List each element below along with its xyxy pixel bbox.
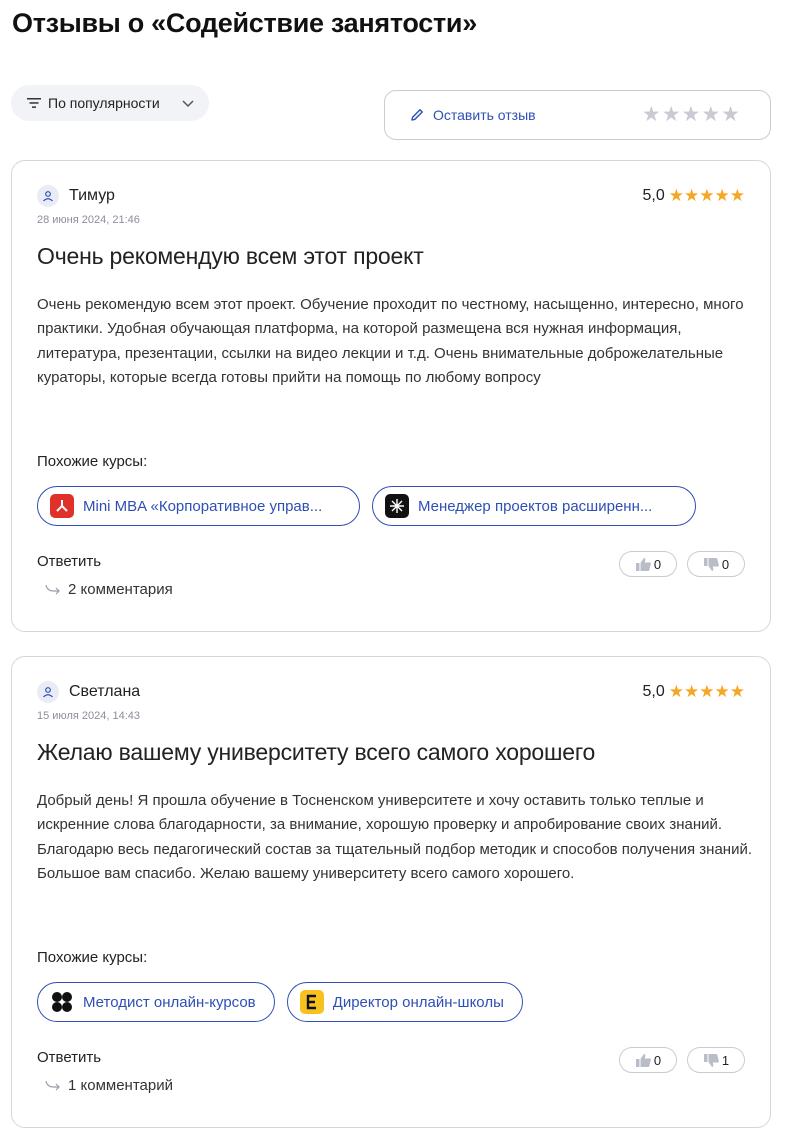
course-label: Менеджер проектов расширенн... bbox=[418, 497, 653, 515]
review-date: 15 июля 2024, 14:43 bbox=[37, 710, 140, 722]
review-author: Светлана bbox=[37, 681, 140, 703]
course-label: Методист онлайн-курсов bbox=[83, 993, 256, 1011]
reply-button[interactable]: Ответить bbox=[37, 1049, 101, 1066]
comments-toggle[interactable]: 1 комментарий bbox=[44, 1077, 173, 1094]
thumb-down-icon bbox=[703, 557, 719, 571]
star-icon: ★ bbox=[668, 682, 684, 701]
like-button[interactable]: 0 bbox=[619, 551, 677, 577]
red-logo-icon bbox=[50, 494, 74, 518]
star-icon: ★ bbox=[684, 682, 700, 701]
star-icon: ★ bbox=[668, 186, 684, 205]
reply-arrow-icon bbox=[45, 584, 60, 594]
review-card: Тимур 28 июня 2024, 21:46 5,0 ★ ★ ★ ★ ★ … bbox=[11, 160, 771, 632]
review-title: Желаю вашему университету всего самого х… bbox=[37, 739, 596, 765]
user-icon bbox=[43, 191, 53, 202]
yellow-e-icon bbox=[299, 990, 324, 1014]
author-name: Тимур bbox=[69, 187, 115, 204]
dislike-count: 1 bbox=[721, 1052, 730, 1068]
author-name: Светлана bbox=[69, 683, 141, 700]
star-icon: ★ bbox=[699, 682, 715, 701]
course-label: Mini MBA «Корпоративное управ... bbox=[83, 497, 323, 515]
course-chip[interactable]: Методист онлайн-курсов bbox=[37, 982, 275, 1022]
review-author: Тимур bbox=[37, 185, 115, 207]
course-chip[interactable]: Mini MBA «Корпоративное управ... bbox=[37, 486, 360, 526]
review-text: Добрый день! Я прошла обучение в Тосненс… bbox=[37, 792, 753, 882]
chevron-down-icon bbox=[182, 100, 194, 108]
pencil-icon bbox=[411, 109, 423, 121]
star-empty-icon[interactable]: ★ bbox=[682, 104, 701, 126]
rating-value: 5,0 bbox=[642, 187, 665, 204]
reply-arrow-icon bbox=[45, 1080, 60, 1090]
similar-courses-label: Похожие курсы: bbox=[37, 453, 148, 470]
similar-courses: Методист онлайн-курсов Директор онлайн-ш… bbox=[37, 982, 523, 1022]
similar-courses-label: Похожие курсы: bbox=[37, 949, 148, 966]
dislike-count: 0 bbox=[721, 556, 730, 572]
dislike-button[interactable]: 1 bbox=[687, 1047, 745, 1073]
sort-label: По популярности bbox=[48, 95, 160, 111]
star-icon: ★ bbox=[684, 186, 700, 205]
star-empty-icon[interactable]: ★ bbox=[662, 104, 681, 126]
review-rating: 5,0 ★ ★ ★ ★ ★ bbox=[643, 187, 746, 205]
star-icon: ★ bbox=[699, 186, 715, 205]
star-icon: ★ bbox=[729, 682, 745, 701]
like-count: 0 bbox=[653, 1052, 662, 1068]
review-rating: 5,0 ★ ★ ★ ★ ★ bbox=[643, 683, 746, 701]
leave-review-label: Оставить отзыв bbox=[433, 107, 536, 123]
sort-lines-icon bbox=[27, 98, 41, 108]
course-label: Директор онлайн-школы bbox=[332, 993, 504, 1011]
page-title: Отзывы о «Содействие занятости» bbox=[12, 8, 477, 38]
dislike-button[interactable]: 0 bbox=[687, 551, 745, 577]
votes: 0 0 bbox=[619, 551, 745, 577]
rating-input[interactable]: ★ ★ ★ ★ ★ bbox=[642, 104, 740, 126]
black-spark-icon bbox=[385, 494, 409, 518]
star-icon: ★ bbox=[729, 186, 745, 205]
course-chip[interactable]: Директор онлайн-школы bbox=[286, 982, 523, 1022]
leave-review-button[interactable]: Оставить отзыв bbox=[409, 107, 536, 123]
star-icon: ★ bbox=[714, 682, 730, 701]
course-chip[interactable]: Менеджер проектов расширенн... bbox=[372, 486, 696, 526]
similar-courses: Mini MBA «Корпоративное управ... Менедже… bbox=[37, 486, 696, 526]
votes: 0 1 bbox=[619, 1047, 745, 1073]
star-empty-icon[interactable]: ★ bbox=[701, 104, 720, 126]
like-button[interactable]: 0 bbox=[619, 1047, 677, 1073]
thumb-up-icon bbox=[635, 1053, 651, 1067]
comments-label: 1 комментарий bbox=[68, 1077, 173, 1094]
review-text: Очень рекомендую всем этот проект. Обуче… bbox=[37, 296, 744, 386]
user-icon bbox=[43, 687, 53, 698]
leave-review-panel: Оставить отзыв ★ ★ ★ ★ ★ bbox=[384, 90, 771, 140]
review-date: 28 июня 2024, 21:46 bbox=[37, 214, 140, 226]
rating-stars: ★ ★ ★ ★ ★ bbox=[669, 187, 745, 205]
star-empty-icon[interactable]: ★ bbox=[642, 104, 661, 126]
reply-button[interactable]: Ответить bbox=[37, 553, 101, 570]
rating-stars: ★ ★ ★ ★ ★ bbox=[669, 683, 745, 701]
star-empty-icon[interactable]: ★ bbox=[721, 104, 740, 126]
review-card: Светлана 15 июля 2024, 14:43 5,0 ★ ★ ★ ★… bbox=[11, 656, 771, 1128]
review-title: Очень рекомендую всем этот проект bbox=[37, 243, 424, 269]
comments-label: 2 комментария bbox=[68, 581, 173, 598]
avatar bbox=[37, 681, 59, 703]
black-dots-icon bbox=[50, 990, 74, 1014]
comments-toggle[interactable]: 2 комментария bbox=[44, 581, 173, 598]
thumb-up-icon bbox=[635, 557, 651, 571]
like-count: 0 bbox=[653, 556, 662, 572]
thumb-down-icon bbox=[703, 1053, 719, 1067]
star-icon: ★ bbox=[714, 186, 730, 205]
rating-value: 5,0 bbox=[642, 683, 665, 700]
avatar bbox=[37, 185, 59, 207]
sort-button[interactable]: По популярности bbox=[11, 85, 209, 121]
